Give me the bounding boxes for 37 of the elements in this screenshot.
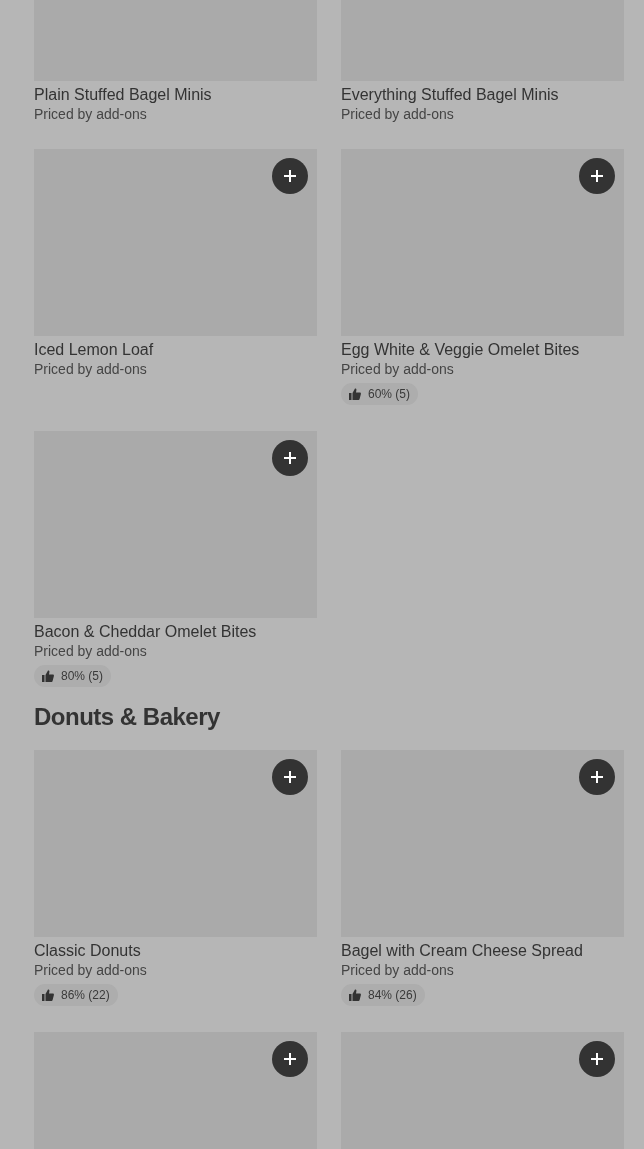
thumbs-up-icon (349, 989, 361, 1001)
thumbs-up-icon (42, 989, 54, 1001)
item-name: Bagel with Cream Cheese Spread (341, 941, 584, 961)
item-name: Egg White & Veggie Omelet Bites (341, 340, 581, 360)
item-name: Classic Donuts (34, 941, 142, 961)
add-button[interactable] (272, 440, 308, 476)
thumbs-up-icon (349, 388, 361, 400)
item-name: Everything Stuffed Bagel Minis (341, 85, 560, 105)
add-button[interactable] (579, 158, 615, 194)
item-name: Bacon & Cheddar Omelet Bites (34, 622, 258, 642)
item-price: Priced by add-ons (34, 360, 148, 378)
plus-icon (591, 170, 603, 182)
rating-text: 84% (26) (368, 988, 417, 1002)
add-button[interactable] (272, 158, 308, 194)
add-button[interactable] (272, 1041, 308, 1077)
plus-icon (591, 1053, 603, 1065)
item-price: Priced by add-ons (341, 961, 455, 979)
plus-icon (284, 1053, 296, 1065)
add-button[interactable] (272, 759, 308, 795)
item-price: Priced by add-ons (341, 360, 455, 378)
item-price: Priced by add-ons (34, 961, 148, 979)
item-price: Priced by add-ons (34, 642, 148, 660)
item-name: Plain Stuffed Bagel Minis (34, 85, 213, 105)
plus-icon (284, 170, 296, 182)
rating-text: 86% (22) (61, 988, 110, 1002)
item-price: Priced by add-ons (34, 105, 148, 123)
item-name: Iced Lemon Loaf (34, 340, 155, 360)
item-price: Priced by add-ons (341, 105, 455, 123)
rating-text: 60% (5) (368, 387, 411, 401)
add-button[interactable] (579, 1041, 615, 1077)
plus-icon (591, 771, 603, 783)
add-button[interactable] (579, 759, 615, 795)
thumbs-up-icon (42, 670, 54, 682)
plus-icon (284, 452, 296, 464)
section-heading: Donuts & Bakery (34, 702, 221, 732)
plus-icon (284, 771, 296, 783)
rating-text: 80% (5) (61, 669, 104, 683)
